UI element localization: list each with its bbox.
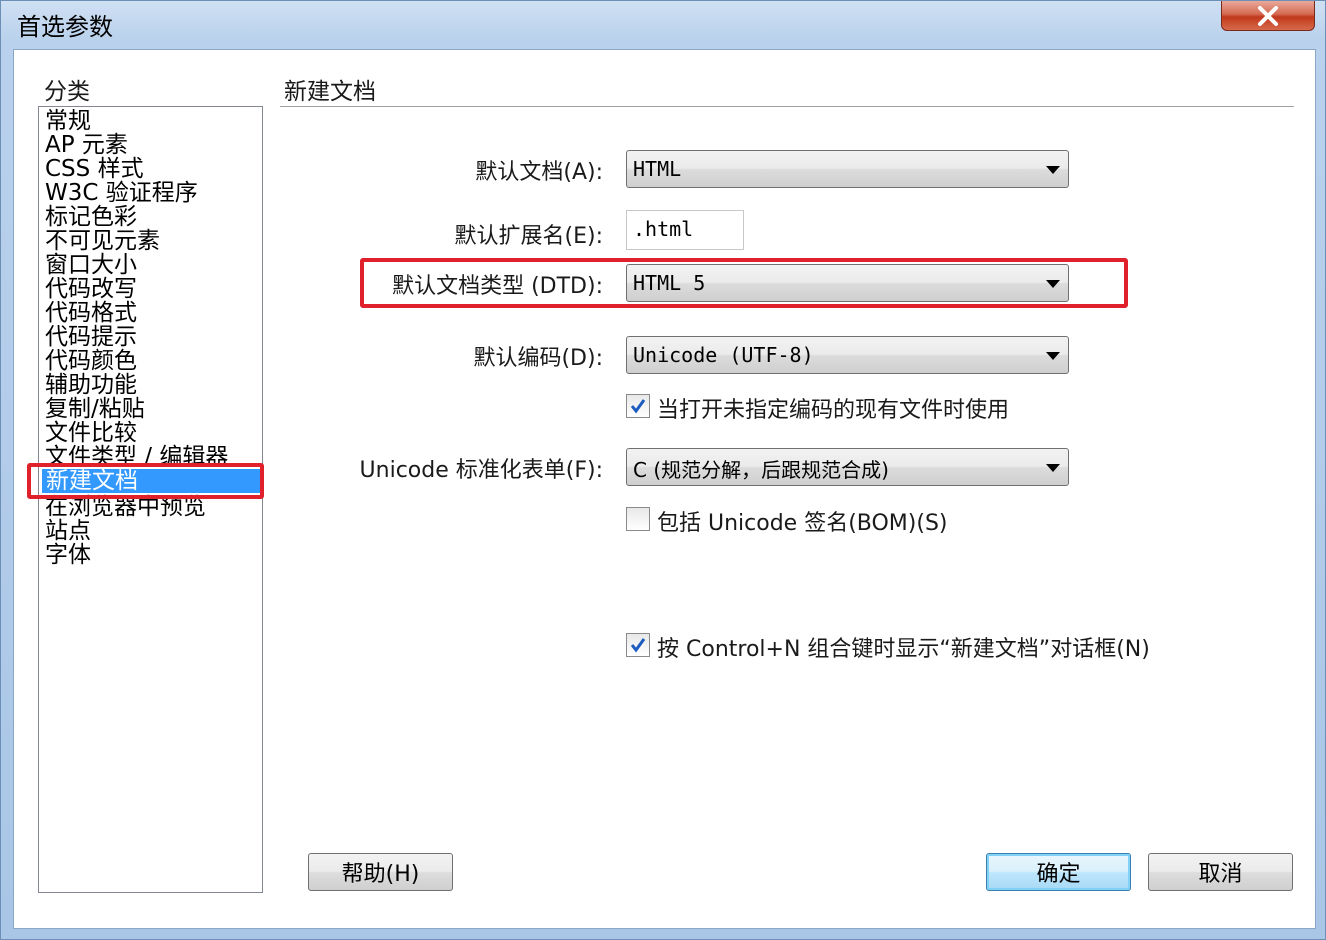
category-item[interactable]: 文件比较 — [45, 421, 137, 445]
close-icon — [1258, 5, 1278, 26]
section-title: 新建文档 — [284, 79, 376, 105]
category-item[interactable]: 标记色彩 — [45, 205, 137, 229]
category-item[interactable]: 代码格式 — [45, 301, 137, 325]
category-item[interactable]: 辅助功能 — [45, 373, 137, 397]
cancel-button[interactable]: 取消 — [1148, 853, 1293, 891]
category-item[interactable]: 常规 — [45, 109, 91, 133]
default-doc-value: HTML — [633, 157, 682, 181]
ok-button[interactable]: 确定 — [986, 853, 1131, 891]
default-ext-input[interactable]: .html — [626, 210, 744, 250]
checkmark-icon — [630, 399, 646, 414]
show-dialog-label: 按 Control+N 组合键时显示“新建文档”对话框(N) — [657, 637, 1150, 662]
chevron-down-icon — [1046, 352, 1060, 360]
window-title: 首选参数 — [17, 13, 113, 41]
default-doc-select[interactable]: HTML — [626, 150, 1069, 188]
category-item[interactable]: W3C 验证程序 — [45, 181, 198, 205]
section-divider — [280, 106, 1294, 108]
category-item[interactable]: 复制/粘贴 — [45, 397, 145, 421]
category-item[interactable]: 站点 — [45, 519, 91, 543]
category-item[interactable]: 字体 — [45, 543, 91, 567]
chevron-down-icon — [1046, 464, 1060, 472]
category-item[interactable]: 代码改写 — [45, 277, 137, 301]
preferences-window: 首选参数 分类 常规 AP 元素 CSS 样式 W3C 验证程序 标记色彩 不可… — [0, 0, 1326, 940]
category-item[interactable]: 不可见元素 — [45, 229, 160, 253]
chevron-down-icon — [1046, 166, 1060, 174]
checkmark-icon — [630, 638, 646, 653]
category-item[interactable]: 代码提示 — [45, 325, 137, 349]
dialog-client-area: 分类 常规 AP 元素 CSS 样式 W3C 验证程序 标记色彩 不可见元素 窗… — [13, 49, 1316, 929]
normalization-label: Unicode 标准化表单(F): — [359, 458, 603, 483]
include-bom-label: 包括 Unicode 签名(BOM)(S) — [657, 511, 948, 536]
category-item[interactable]: AP 元素 — [45, 133, 128, 157]
category-label: 分类 — [44, 79, 90, 105]
encoding-select[interactable]: Unicode (UTF-8) — [626, 336, 1069, 374]
include-bom-checkbox[interactable] — [626, 507, 650, 531]
use-for-existing-label: 当打开未指定编码的现有文件时使用 — [657, 398, 1010, 423]
category-item[interactable]: 窗口大小 — [45, 253, 137, 277]
normalization-value: C (规范分解，后跟规范合成) — [633, 458, 889, 482]
category-item[interactable]: CSS 样式 — [45, 157, 144, 181]
category-list[interactable]: 常规 AP 元素 CSS 样式 W3C 验证程序 标记色彩 不可见元素 窗口大小… — [38, 106, 263, 893]
selection-highlight-box — [27, 463, 264, 499]
close-button[interactable] — [1221, 1, 1315, 31]
show-dialog-checkbox[interactable] — [626, 633, 650, 657]
default-ext-value: .html — [633, 217, 694, 241]
use-for-existing-checkbox[interactable] — [626, 394, 650, 418]
encoding-value: Unicode (UTF-8) — [633, 343, 814, 367]
normalization-select[interactable]: C (规范分解，后跟规范合成) — [626, 448, 1069, 486]
encoding-label: 默认编码(D): — [473, 346, 603, 371]
dtd-highlight-box — [360, 258, 1128, 308]
default-doc-label: 默认文档(A): — [475, 160, 603, 185]
category-item[interactable]: 代码颜色 — [45, 349, 137, 373]
title-bar[interactable]: 首选参数 — [1, 1, 1326, 45]
default-ext-label: 默认扩展名(E): — [454, 224, 603, 249]
help-button[interactable]: 帮助(H) — [308, 853, 453, 891]
